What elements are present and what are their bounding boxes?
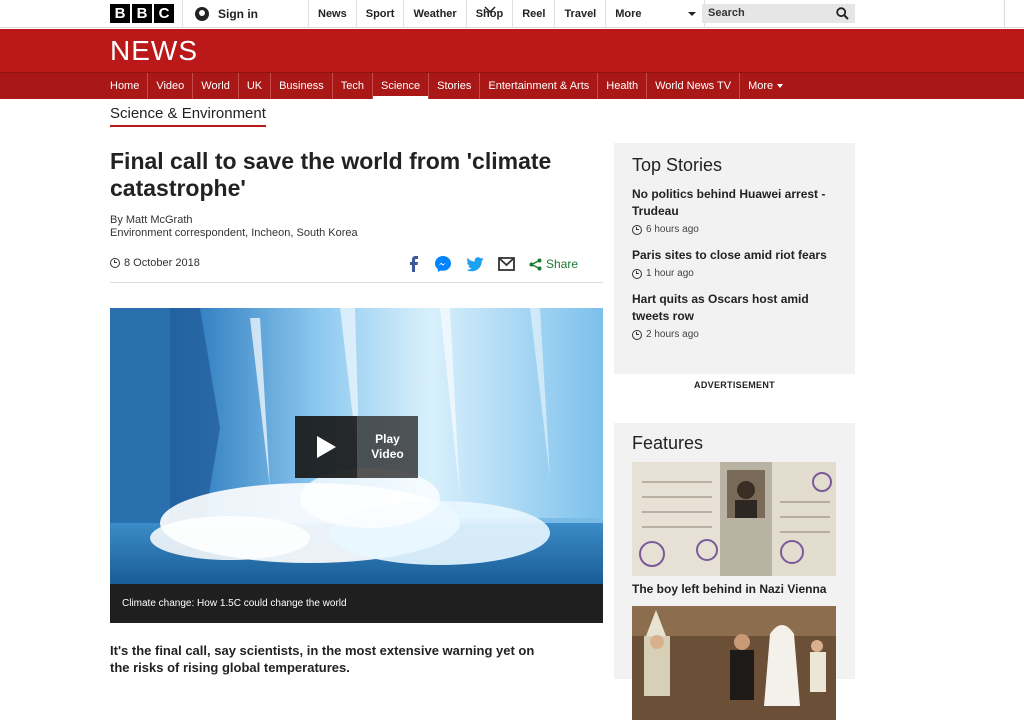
section-nav-world[interactable]: World — [193, 73, 239, 99]
section-nav-video[interactable]: Video — [148, 73, 194, 99]
play-icon-box — [295, 416, 357, 478]
section-nav-world-news-tv[interactable]: World News TV — [647, 73, 741, 99]
top-nav-sport[interactable]: Sport — [355, 0, 404, 28]
top-stories-panel: Top Stories No politics behind Huawei ar… — [614, 143, 855, 374]
sign-in-link[interactable]: Sign in — [182, 0, 302, 28]
section-nav-health[interactable]: Health — [598, 73, 648, 99]
top-story-title[interactable]: Paris sites to close amid riot fears — [632, 247, 837, 264]
caret-down-icon — [777, 84, 784, 89]
top-nav: News Sport Weather Shop Reel Travel More — [308, 0, 706, 28]
clock-icon — [632, 329, 642, 340]
section-nav-more[interactable]: More — [740, 73, 791, 99]
article-date-text: 8 October 2018 — [124, 257, 200, 269]
top-nav-more[interactable]: More — [605, 0, 706, 28]
section-nav-more-label: More — [748, 80, 774, 92]
section-nav-entertainment-arts[interactable]: Entertainment & Arts — [480, 73, 599, 99]
feature-title[interactable]: The boy left behind in Nazi Vienna — [632, 582, 837, 596]
article-intro: It's the final call, say scientists, in … — [110, 643, 535, 675]
twitter-icon[interactable] — [466, 256, 484, 272]
article-meta: 8 October 2018 Share — [110, 252, 603, 283]
bbc-logo[interactable]: B B C — [110, 4, 174, 23]
section-nav-tech[interactable]: Tech — [333, 73, 373, 99]
sign-in-label: Sign in — [218, 7, 258, 21]
section-nav-science[interactable]: Science — [372, 73, 430, 100]
play-label-line2: Video — [371, 447, 404, 461]
features-panel: Features The boy left behind in Nazi Vie… — [614, 423, 855, 720]
features-title: Features — [632, 433, 704, 453]
clock-icon — [632, 268, 642, 279]
top-story-item[interactable]: Hart quits as Oscars host amid tweets ro… — [632, 291, 837, 340]
chevron-down-icon — [484, 6, 496, 14]
search-icon[interactable] — [836, 7, 849, 20]
share-label: Share — [546, 257, 579, 271]
feature-image-passport[interactable] — [632, 462, 836, 576]
top-nav-travel[interactable]: Travel — [554, 0, 605, 28]
clock-icon — [110, 258, 120, 268]
article-headline: Final call to save the world from 'clima… — [110, 148, 552, 201]
top-story-time: 2 hours ago — [632, 329, 837, 340]
author-name: By Matt McGrath — [110, 214, 193, 226]
user-icon — [195, 7, 209, 21]
top-nav-reel[interactable]: Reel — [512, 0, 554, 28]
top-story-time-text: 6 hours ago — [646, 224, 699, 235]
video-player[interactable]: Play Video Climate change: How 1.5C coul… — [110, 308, 603, 623]
video-caption: Climate change: How 1.5C could change th… — [110, 584, 603, 623]
top-story-time: 1 hour ago — [632, 268, 837, 279]
advertisement-label: ADVERTISEMENT — [694, 380, 775, 390]
top-story-item[interactable]: Paris sites to close amid riot fears 1 h… — [632, 247, 837, 279]
search-input[interactable]: Search — [702, 4, 855, 23]
share-button[interactable]: Share — [529, 257, 578, 271]
article-date: 8 October 2018 — [110, 257, 200, 269]
bbc-logo-letter: B — [110, 4, 130, 23]
play-label-line1: Play — [375, 432, 400, 446]
messenger-icon[interactable] — [434, 255, 452, 273]
top-story-title[interactable]: Hart quits as Oscars host amid tweets ro… — [632, 291, 837, 325]
section-nav: Home Video World UK Business Tech Scienc… — [0, 72, 1024, 100]
top-story-item[interactable]: No politics behind Huawei arrest - Trude… — [632, 186, 837, 235]
top-nav-weather[interactable]: Weather — [403, 0, 465, 28]
feature-image-ceremony[interactable] — [632, 606, 836, 720]
section-nav-uk[interactable]: UK — [239, 73, 272, 99]
byline: By Matt McGrath Environment corresponden… — [110, 214, 358, 240]
top-story-title[interactable]: No politics behind Huawei arrest - Trude… — [632, 186, 837, 220]
top-stories-title: Top Stories — [632, 155, 723, 175]
section-nav-stories[interactable]: Stories — [429, 73, 481, 99]
news-wordmark[interactable]: NEWS — [110, 35, 198, 67]
section-nav-home[interactable]: Home — [102, 73, 149, 99]
subsection-title[interactable]: Science & Environment — [110, 105, 266, 127]
top-story-time-text: 2 hours ago — [646, 329, 699, 340]
play-video-label: Play Video — [357, 416, 418, 478]
facebook-icon[interactable] — [408, 256, 420, 272]
top-nav-more-label: More — [615, 8, 642, 20]
top-nav-news[interactable]: News — [308, 0, 356, 28]
top-story-time: 6 hours ago — [632, 224, 837, 235]
clock-icon — [632, 224, 642, 235]
play-icon — [317, 436, 336, 458]
passport-document-image — [632, 462, 836, 576]
search-placeholder: Search — [708, 7, 745, 19]
author-role: Environment correspondent, Incheon, Sout… — [110, 227, 358, 239]
ceremony-image — [632, 606, 836, 720]
bbc-top-bar: B B C Sign in News Sport Weather Shop Re… — [0, 0, 1024, 28]
play-video-button[interactable]: Play Video — [295, 416, 418, 478]
share-tools: Share — [408, 254, 578, 274]
chevron-down-icon — [688, 12, 697, 16]
top-bar-edge — [1004, 0, 1024, 28]
section-nav-business[interactable]: Business — [271, 73, 333, 99]
share-icon — [529, 258, 542, 270]
bbc-logo-letter: C — [154, 4, 174, 23]
email-icon[interactable] — [498, 257, 515, 271]
bbc-logo-letter: B — [132, 4, 152, 23]
top-story-time-text: 1 hour ago — [646, 268, 694, 279]
news-banner: NEWS — [0, 29, 1024, 72]
